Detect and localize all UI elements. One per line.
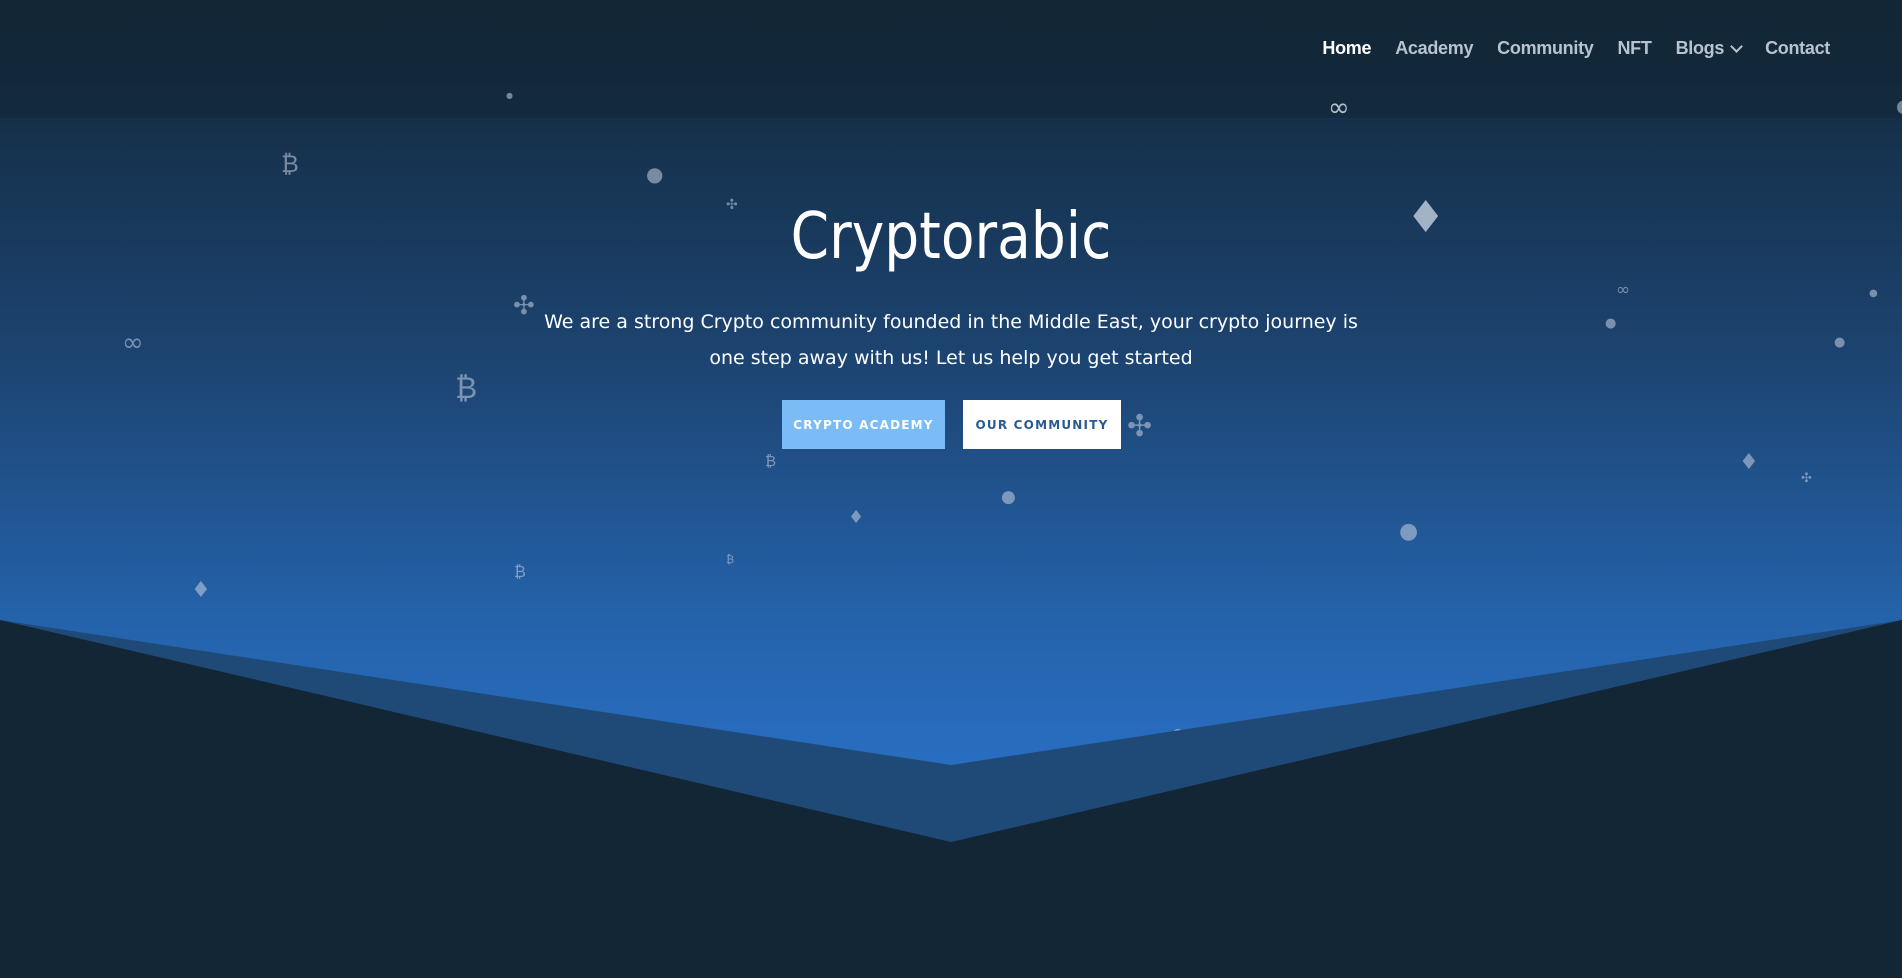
nav-item-community[interactable]: Community bbox=[1497, 38, 1594, 59]
chevron-down-icon bbox=[1730, 39, 1743, 53]
main-nav: Home Academy Community NFT Blogs Contact bbox=[1298, 38, 1830, 59]
hero-section: ₿ ₿ ₿ ₿ ₿ ♦ ♦ ♦ ♦ ♦ ∞ ∞ ∞ ✣ ✣ ✣ ✣ ● ● ● … bbox=[0, 0, 1902, 978]
nav-item-academy[interactable]: Academy bbox=[1395, 38, 1473, 59]
hero-subtitle: We are a strong Crypto community founded… bbox=[544, 311, 1358, 369]
nav-item-home[interactable]: Home bbox=[1322, 38, 1371, 59]
nav-item-contact[interactable]: Contact bbox=[1765, 38, 1830, 59]
nav-item-blogs-label: Blogs bbox=[1675, 38, 1725, 58]
nav-item-nft[interactable]: NFT bbox=[1617, 38, 1651, 59]
nav-item-blogs[interactable]: Blogs bbox=[1675, 38, 1743, 59]
hero-title: Cryptorabic bbox=[790, 200, 1112, 274]
our-community-button[interactable]: OUR COMMUNITY bbox=[963, 400, 1121, 449]
bottom-wave-shape bbox=[0, 620, 1902, 978]
crypto-academy-button[interactable]: CRYPTO ACADEMY bbox=[782, 400, 945, 449]
